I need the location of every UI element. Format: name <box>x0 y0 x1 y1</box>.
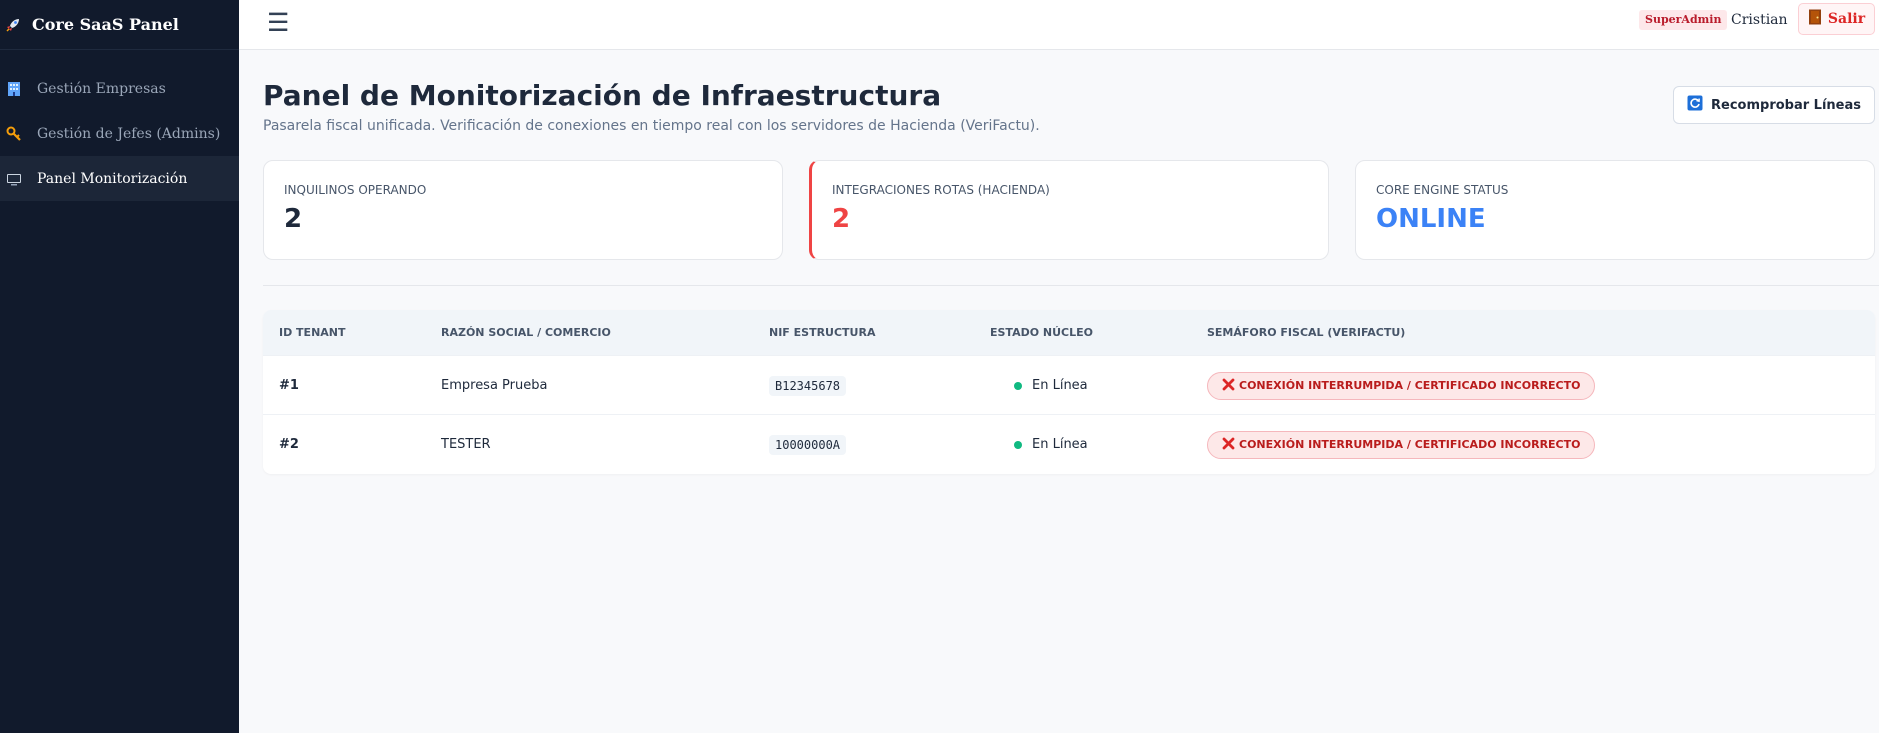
tenant-name: TESTER <box>441 437 491 452</box>
role-badge: SuperAdmin <box>1639 10 1728 30</box>
recheck-lines-button[interactable]: Recomprobar Líneas <box>1673 86 1875 124</box>
sidebar-nav: Gestión Empresas Gestión de Jefes (Admin… <box>0 66 239 201</box>
status-text: En Línea <box>1032 378 1088 393</box>
sidebar-item-label: Panel Monitorización <box>37 170 188 187</box>
stat-value: 2 <box>832 204 851 234</box>
page-subtitle: Pasarela fiscal unificada. Verificación … <box>263 118 1040 134</box>
fiscal-status-badge: CONEXIÓN INTERRUMPIDA / CERTIFICADO INCO… <box>1207 371 1596 400</box>
table-row[interactable]: #1 Empresa Prueba B12345678 En Línea CON… <box>263 355 1875 414</box>
column-header: ID TENANT <box>279 326 346 339</box>
stat-label: INQUILINOS OPERANDO <box>284 183 427 197</box>
username: Cristian <box>1731 12 1788 28</box>
sidebar: Core SaaS Panel Gestión Empresas Gestión… <box>0 0 239 733</box>
column-header: ESTADO NÚCLEO <box>990 326 1093 339</box>
page-title: Panel de Monitorización de Infraestructu… <box>263 79 942 112</box>
status-cell: En Línea <box>1014 356 1088 415</box>
stat-label: CORE ENGINE STATUS <box>1376 183 1509 197</box>
brand[interactable]: Core SaaS Panel <box>0 0 239 50</box>
sidebar-item-monitorizacion[interactable]: Panel Monitorización <box>0 156 239 201</box>
stat-card-engine-status: CORE ENGINE STATUS ONLINE <box>1355 160 1875 260</box>
cross-mark-icon <box>1222 378 1235 394</box>
topbar: ☰ SuperAdmin Cristian Salir <box>239 0 1879 50</box>
logout-label: Salir <box>1827 11 1866 27</box>
fiscal-status-badge: CONEXIÓN INTERRUMPIDA / CERTIFICADO INCO… <box>1207 430 1596 459</box>
sidebar-item-label: Gestión Empresas <box>37 80 166 97</box>
refresh-icon <box>1687 95 1703 115</box>
building-icon <box>5 80 23 98</box>
table-row[interactable]: #2 TESTER 10000000A En Línea CONEXIÓN IN… <box>263 414 1875 473</box>
sidebar-item-empresas[interactable]: Gestión Empresas <box>0 66 239 111</box>
column-header: SEMÁFORO FISCAL (VERIFACTU) <box>1207 326 1406 339</box>
tenant-id: #1 <box>279 378 299 393</box>
app-title: Core SaaS Panel <box>32 15 179 34</box>
fiscal-status-text: CONEXIÓN INTERRUMPIDA / CERTIFICADO INCO… <box>1239 379 1581 392</box>
hamburger-menu-icon[interactable]: ☰ <box>267 8 289 38</box>
fiscal-status-text: CONEXIÓN INTERRUMPIDA / CERTIFICADO INCO… <box>1239 438 1581 451</box>
tenant-name: Empresa Prueba <box>441 378 548 393</box>
stat-card-broken-integrations: INTEGRACIONES ROTAS (HACIENDA) 2 <box>809 160 1329 260</box>
fiscal-cell: CONEXIÓN INTERRUMPIDA / CERTIFICADO INCO… <box>1207 415 1596 474</box>
column-header: NIF ESTRUCTURA <box>769 326 876 339</box>
column-header: RAZÓN SOCIAL / COMERCIO <box>441 326 611 339</box>
stat-card-tenants: INQUILINOS OPERANDO 2 <box>263 160 783 260</box>
status-cell: En Línea <box>1014 415 1088 474</box>
sidebar-item-jefes[interactable]: Gestión de Jefes (Admins) <box>0 111 239 156</box>
tenants-table: ID TENANT RAZÓN SOCIAL / COMERCIO NIF ES… <box>263 310 1875 474</box>
key-icon <box>5 125 23 143</box>
sidebar-item-label: Gestión de Jefes (Admins) <box>37 125 221 142</box>
stat-value: ONLINE <box>1376 204 1486 234</box>
main-content: Panel de Monitorización de Infraestructu… <box>239 50 1879 733</box>
status-dot-icon <box>1014 381 1022 390</box>
status-text: En Línea <box>1032 437 1088 452</box>
divider <box>263 285 1879 286</box>
nif-code: 10000000A <box>769 434 847 455</box>
logout-button[interactable]: Salir <box>1798 3 1875 35</box>
monitor-icon <box>5 170 23 188</box>
fiscal-cell: CONEXIÓN INTERRUMPIDA / CERTIFICADO INCO… <box>1207 356 1596 415</box>
tenant-id: #2 <box>279 437 299 452</box>
recheck-label: Recomprobar Líneas <box>1711 97 1861 113</box>
nif-cell: B12345678 <box>769 356 847 415</box>
nif-cell: 10000000A <box>769 415 847 474</box>
stat-label: INTEGRACIONES ROTAS (HACIENDA) <box>832 183 1050 197</box>
stat-value: 2 <box>284 204 303 234</box>
cross-mark-icon <box>1222 437 1235 453</box>
rocket-icon <box>2 14 24 36</box>
door-icon <box>1808 9 1822 29</box>
status-dot-icon <box>1014 440 1022 449</box>
nif-code: B12345678 <box>769 375 847 396</box>
table-header: ID TENANT RAZÓN SOCIAL / COMERCIO NIF ES… <box>263 310 1875 355</box>
